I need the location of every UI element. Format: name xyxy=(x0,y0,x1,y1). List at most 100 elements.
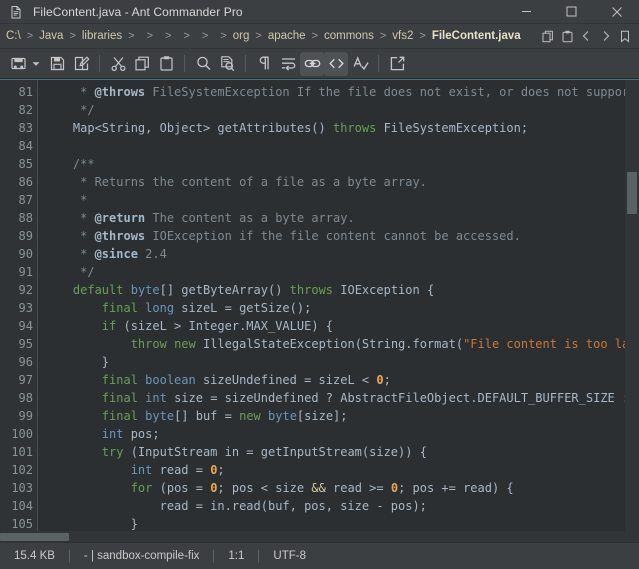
code-token: new xyxy=(174,337,196,351)
code-token: @return xyxy=(94,211,146,225)
link-icon[interactable] xyxy=(300,51,324,76)
breadcrumb-separator: > xyxy=(183,30,190,42)
code-line[interactable]: * xyxy=(44,191,639,209)
code-token: } xyxy=(44,355,110,369)
code-token: Map<String, Object> getAttributes() xyxy=(44,121,333,135)
breadcrumb-separator: > xyxy=(165,30,172,42)
close-button[interactable] xyxy=(594,0,639,24)
code-line[interactable]: final boolean sizeUndefined = sizeL < 0; xyxy=(44,371,639,389)
find-icon[interactable] xyxy=(191,52,215,76)
code-token: sizeL = getSize(); xyxy=(174,301,312,315)
spellcheck-icon[interactable] xyxy=(348,52,372,76)
code-editor[interactable]: 81 82 83 84 85 86 87 88 89 90 91 92 93 94 95 96 97 98 99 10… xyxy=(0,79,639,542)
code-token: */ xyxy=(44,265,95,279)
maximize-button[interactable] xyxy=(549,0,594,24)
breadcrumb-separator: > xyxy=(255,30,262,42)
word-wrap-icon[interactable] xyxy=(276,52,300,76)
bookmark-icon[interactable] xyxy=(616,27,633,46)
status-encoding[interactable]: UTF-8 xyxy=(273,550,306,562)
status-branch[interactable]: - | sandbox-compile-fix xyxy=(84,550,199,562)
code-token: byte xyxy=(268,409,297,423)
code-line[interactable]: read = in.read(buf, pos, size - pos); xyxy=(44,497,639,515)
code-line[interactable]: * @since 2.4 xyxy=(44,245,639,263)
code-token: IOException if the file content cannot b… xyxy=(145,229,521,243)
save-all-icon[interactable] xyxy=(6,52,30,76)
horizontal-scrollbar[interactable] xyxy=(0,531,625,542)
open-external-icon[interactable] xyxy=(385,52,409,76)
breadcrumb-item[interactable]: org xyxy=(231,29,252,43)
code-token: ; xyxy=(383,373,391,387)
code-line[interactable]: * @throws IOException if the file conten… xyxy=(44,227,639,245)
toolbar-divider xyxy=(378,55,379,72)
code-token: for xyxy=(130,481,153,495)
code-line[interactable]: try (InputStream in = getInputStream(siz… xyxy=(44,443,639,461)
code-token: * xyxy=(44,229,95,243)
code-tags-icon[interactable] xyxy=(324,51,348,76)
code-line[interactable]: /** xyxy=(44,155,639,173)
line-number: 87 xyxy=(18,193,33,207)
paragraph-marks-icon[interactable] xyxy=(252,52,276,76)
breadcrumb-item[interactable]: FileContent.java xyxy=(430,29,523,43)
minimize-button[interactable] xyxy=(504,0,549,24)
code-line[interactable]: throw new IllegalStateException(String.f… xyxy=(44,335,639,353)
code-line[interactable] xyxy=(44,137,639,155)
breadcrumb-item[interactable]: vfs2 xyxy=(390,29,415,43)
paste-path-icon[interactable] xyxy=(559,27,576,46)
breadcrumb-item[interactable]: Java xyxy=(37,29,65,43)
status-caret-position[interactable]: 1:1 xyxy=(228,550,244,562)
line-number: 100 xyxy=(11,427,33,441)
code-viewport[interactable]: * @throws FileSystemException If the fil… xyxy=(38,80,639,542)
code-token: final xyxy=(101,373,138,387)
breadcrumb-item[interactable]: libraries xyxy=(80,29,124,43)
code-line[interactable]: */ xyxy=(44,101,639,119)
code-line[interactable]: int read = 0; xyxy=(44,461,639,479)
code-token: ; xyxy=(217,463,225,477)
code-line[interactable]: int pos; xyxy=(44,425,639,443)
save-all-dropdown-arrow[interactable] xyxy=(30,52,41,76)
find-in-file-icon[interactable] xyxy=(215,52,239,76)
code-token: 0 xyxy=(390,481,399,495)
status-divider xyxy=(258,549,260,563)
edit-icon[interactable] xyxy=(69,52,93,76)
code-line[interactable]: } xyxy=(44,353,639,371)
breadcrumb-item[interactable]: commons xyxy=(322,29,376,43)
code-line[interactable]: */ xyxy=(44,263,639,281)
code-line[interactable]: final byte[] buf = new byte[size]; xyxy=(44,407,639,425)
breadcrumb-item[interactable]: apache xyxy=(266,29,308,43)
breadcrumb-separator: > xyxy=(419,30,426,42)
code-line[interactable]: for (pos = 0; pos < size && read >= 0; p… xyxy=(44,479,639,497)
code-token: [] getByteArray() xyxy=(159,283,290,297)
code-token: /** xyxy=(44,157,95,171)
save-icon[interactable] xyxy=(45,52,69,76)
code-line[interactable]: * Returns the content of a file as a byt… xyxy=(44,173,639,191)
app-window: FileContent.java - Ant Commander Pro C:\… xyxy=(0,0,639,569)
code-line[interactable]: final int size = sizeUndefined ? Abstrac… xyxy=(44,389,639,407)
copy-icon[interactable] xyxy=(130,52,154,76)
breadcrumb-item[interactable]: C:\ xyxy=(4,29,23,43)
code-line[interactable]: * @throws FileSystemException If the fil… xyxy=(44,83,639,101)
document-icon xyxy=(9,5,23,19)
code-line[interactable]: final long sizeL = getSize(); xyxy=(44,299,639,317)
nav-forward-icon[interactable] xyxy=(597,27,614,46)
code-line[interactable]: default byte[] getByteArray() throws IOE… xyxy=(44,281,639,299)
horizontal-scrollbar-thumb[interactable] xyxy=(0,533,69,541)
copy-path-icon[interactable] xyxy=(540,27,557,46)
code-line[interactable]: Map<String, Object> getAttributes() thro… xyxy=(44,119,639,137)
code-line[interactable]: * @return The content as a byte array. xyxy=(44,209,639,227)
status-bar: 15.4 KB - | sandbox-compile-fix 1:1 UTF-… xyxy=(0,542,639,569)
code-token: int xyxy=(145,391,167,405)
vertical-scrollbar[interactable] xyxy=(625,80,639,542)
code-token: sizeUndefined = sizeL < xyxy=(195,373,377,387)
vertical-scrollbar-thumb[interactable] xyxy=(627,172,637,214)
code-token: boolean xyxy=(145,373,196,387)
code-line[interactable]: if (sizeL > Integer.MAX_VALUE) { xyxy=(44,317,639,335)
nav-back-icon[interactable] xyxy=(578,27,595,46)
source-code[interactable]: * @throws FileSystemException If the fil… xyxy=(38,80,639,542)
cut-icon[interactable] xyxy=(106,52,130,76)
code-token: */ xyxy=(44,103,95,117)
paste-icon[interactable] xyxy=(154,52,178,76)
